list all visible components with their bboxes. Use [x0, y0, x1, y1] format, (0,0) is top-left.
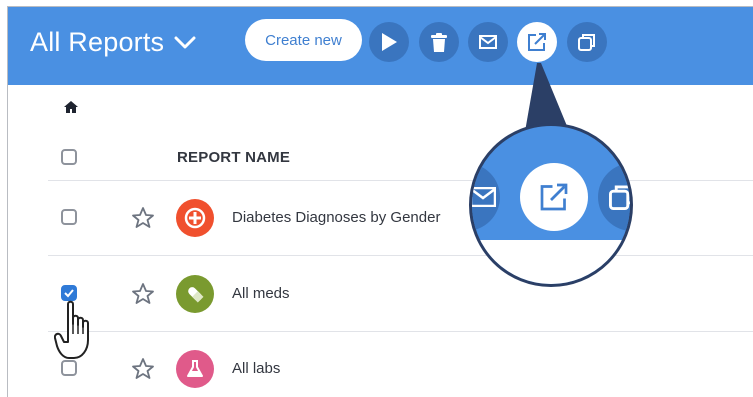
divider — [48, 331, 753, 332]
play-icon — [382, 33, 397, 51]
zoomed-email-button — [472, 163, 500, 231]
zoom-magnifier — [469, 123, 633, 287]
reports-dropdown[interactable]: All Reports — [30, 27, 196, 58]
star-icon[interactable] — [131, 206, 155, 230]
select-all-checkbox[interactable] — [61, 149, 77, 165]
row-checkbox[interactable] — [61, 360, 77, 376]
page-title: All Reports — [30, 27, 165, 57]
email-button[interactable] — [468, 22, 508, 62]
row-checkbox[interactable] — [61, 209, 77, 225]
reports-window: All Reports Create new REPORT NAME Diabe… — [7, 6, 753, 397]
report-type-icon — [176, 350, 214, 388]
plus-circle-icon — [184, 207, 206, 229]
report-name[interactable]: All labs — [232, 360, 280, 377]
hand-cursor-icon — [54, 300, 89, 359]
copy-icon — [609, 185, 630, 210]
zoomed-duplicate-button — [598, 163, 630, 231]
report-name-column-header[interactable]: REPORT NAME — [177, 149, 290, 166]
header-bar: All Reports Create new — [8, 7, 753, 85]
star-icon[interactable] — [131, 357, 155, 381]
flask-icon — [187, 360, 203, 377]
report-name[interactable]: Diabetes Diagnoses by Gender — [232, 209, 440, 226]
run-button[interactable] — [369, 22, 409, 62]
pill-icon — [188, 287, 204, 303]
report-name[interactable]: All meds — [232, 285, 290, 302]
star-icon[interactable] — [131, 282, 155, 306]
row-checkbox[interactable] — [61, 285, 77, 301]
trash-icon — [431, 32, 447, 52]
export-icon — [540, 183, 568, 211]
create-new-button[interactable]: Create new — [245, 19, 362, 61]
checkmark-icon — [64, 289, 74, 298]
divider — [48, 255, 753, 256]
delete-button[interactable] — [419, 22, 459, 62]
chevron-down-icon — [174, 36, 196, 48]
mail-icon — [472, 187, 496, 207]
magnifier-background — [472, 240, 630, 284]
report-type-icon — [176, 275, 214, 313]
zoomed-export-button — [520, 163, 588, 231]
report-type-icon — [176, 199, 214, 237]
home-icon[interactable] — [64, 101, 78, 113]
divider — [48, 180, 753, 181]
mail-icon — [479, 35, 497, 49]
